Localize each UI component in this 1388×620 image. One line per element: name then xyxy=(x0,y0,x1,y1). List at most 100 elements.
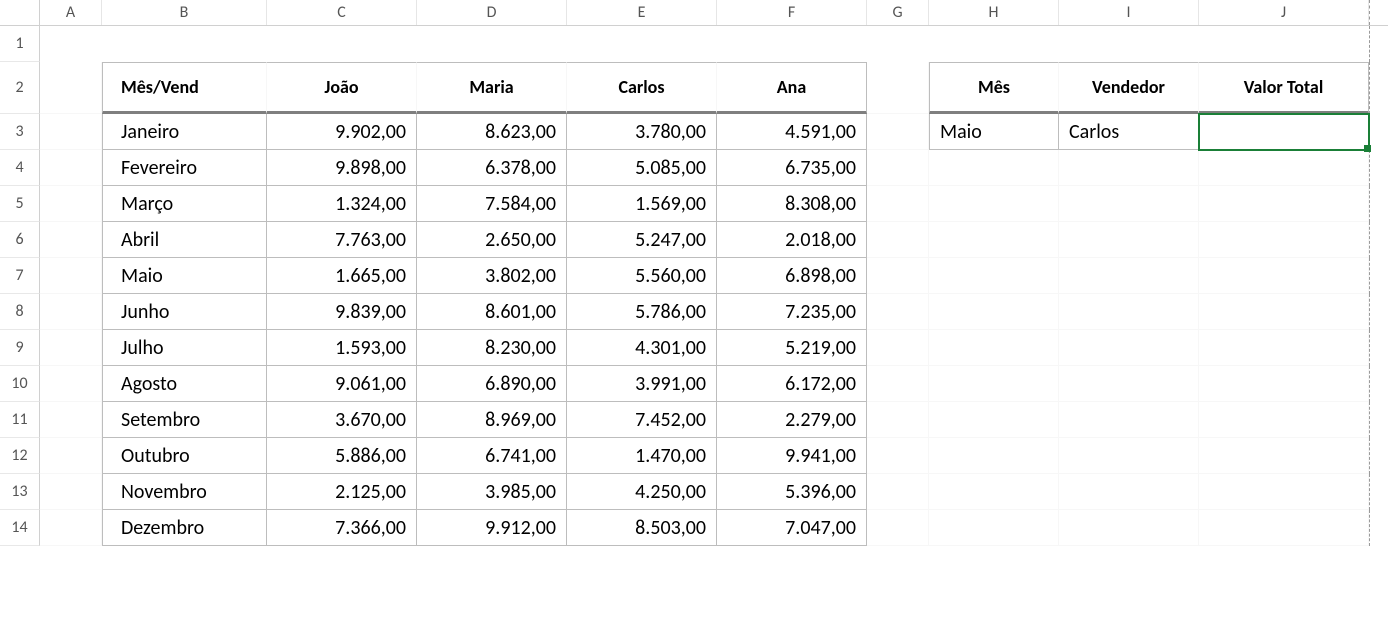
cell-H9[interactable] xyxy=(929,330,1059,366)
cell-A6[interactable] xyxy=(40,222,102,258)
table-row-month[interactable]: Julho xyxy=(102,330,267,366)
table-cell-value[interactable]: 3.802,00 xyxy=(417,258,567,294)
row-header-8[interactable]: 8 xyxy=(0,294,40,330)
table-cell-value[interactable]: 3.670,00 xyxy=(267,402,417,438)
table-cell-value[interactable]: 8.623,00 xyxy=(417,114,567,150)
cell-A13[interactable] xyxy=(40,474,102,510)
col-header-E[interactable]: E xyxy=(567,0,717,25)
table-row-month[interactable]: Abril xyxy=(102,222,267,258)
cell-H6[interactable] xyxy=(929,222,1059,258)
table-cell-value[interactable]: 5.396,00 xyxy=(717,474,867,510)
cell-J9[interactable] xyxy=(1199,330,1369,366)
col-header-H[interactable]: H xyxy=(929,0,1059,25)
cell-G1[interactable] xyxy=(867,26,929,62)
table-row-month[interactable]: Novembro xyxy=(102,474,267,510)
cell-G2[interactable] xyxy=(867,62,929,114)
table-cell-value[interactable]: 7.235,00 xyxy=(717,294,867,330)
cell-I1[interactable] xyxy=(1059,26,1199,62)
row-header-4[interactable]: 4 xyxy=(0,150,40,186)
cell-J4[interactable] xyxy=(1199,150,1369,186)
cell-G13[interactable] xyxy=(867,474,929,510)
table-row-month[interactable]: Setembro xyxy=(102,402,267,438)
cell-H11[interactable] xyxy=(929,402,1059,438)
row-header-7[interactable]: 7 xyxy=(0,258,40,294)
cell-C1[interactable] xyxy=(267,26,417,62)
table-row-month[interactable]: Março xyxy=(102,186,267,222)
cell-I13[interactable] xyxy=(1059,474,1199,510)
spreadsheet-grid[interactable]: A B C D E F G H I J 12Mês/VendJoãoMariaC… xyxy=(0,0,1388,546)
table-header-João[interactable]: João xyxy=(267,62,417,114)
cell-I11[interactable] xyxy=(1059,402,1199,438)
cell-I10[interactable] xyxy=(1059,366,1199,402)
table-header-Ana[interactable]: Ana xyxy=(717,62,867,114)
table-corner-label[interactable]: Mês/Vend xyxy=(102,62,267,114)
lookup-cell-mes[interactable]: Maio xyxy=(929,114,1059,150)
cell-J10[interactable] xyxy=(1199,366,1369,402)
cell-A3[interactable] xyxy=(40,114,102,150)
table-cell-value[interactable]: 7.366,00 xyxy=(267,510,417,546)
row-header-1[interactable]: 1 xyxy=(0,26,40,62)
cell-G14[interactable] xyxy=(867,510,929,546)
cell-A5[interactable] xyxy=(40,186,102,222)
lookup-header-vendedor[interactable]: Vendedor xyxy=(1059,62,1199,114)
cell-G12[interactable] xyxy=(867,438,929,474)
cell-H1[interactable] xyxy=(929,26,1059,62)
table-row-month[interactable]: Agosto xyxy=(102,366,267,402)
cell-A7[interactable] xyxy=(40,258,102,294)
cell-I12[interactable] xyxy=(1059,438,1199,474)
cell-A4[interactable] xyxy=(40,150,102,186)
col-header-F[interactable]: F xyxy=(717,0,867,25)
cell-H7[interactable] xyxy=(929,258,1059,294)
table-cell-value[interactable]: 9.902,00 xyxy=(267,114,417,150)
table-cell-value[interactable]: 7.452,00 xyxy=(567,402,717,438)
table-row-month[interactable]: Maio xyxy=(102,258,267,294)
cell-B1[interactable] xyxy=(102,26,267,62)
cell-A12[interactable] xyxy=(40,438,102,474)
cell-H14[interactable] xyxy=(929,510,1059,546)
cell-J14[interactable] xyxy=(1199,510,1369,546)
table-row-month[interactable]: Janeiro xyxy=(102,114,267,150)
cell-A1[interactable] xyxy=(40,26,102,62)
cell-I8[interactable] xyxy=(1059,294,1199,330)
cell-H12[interactable] xyxy=(929,438,1059,474)
col-header-A[interactable]: A xyxy=(40,0,102,25)
table-cell-value[interactable]: 6.890,00 xyxy=(417,366,567,402)
table-cell-value[interactable]: 2.125,00 xyxy=(267,474,417,510)
cell-H5[interactable] xyxy=(929,186,1059,222)
table-cell-value[interactable]: 2.650,00 xyxy=(417,222,567,258)
table-cell-value[interactable]: 5.247,00 xyxy=(567,222,717,258)
table-row-month[interactable]: Junho xyxy=(102,294,267,330)
col-header-D[interactable]: D xyxy=(417,0,567,25)
table-row-month[interactable]: Outubro xyxy=(102,438,267,474)
table-header-Maria[interactable]: Maria xyxy=(417,62,567,114)
cell-G4[interactable] xyxy=(867,150,929,186)
cell-J11[interactable] xyxy=(1199,402,1369,438)
table-cell-value[interactable]: 6.898,00 xyxy=(717,258,867,294)
cell-G9[interactable] xyxy=(867,330,929,366)
table-cell-value[interactable]: 1.593,00 xyxy=(267,330,417,366)
cell-G10[interactable] xyxy=(867,366,929,402)
cell-J1[interactable] xyxy=(1199,26,1369,62)
cell-A2[interactable] xyxy=(40,62,102,114)
table-cell-value[interactable]: 3.991,00 xyxy=(567,366,717,402)
cell-J12[interactable] xyxy=(1199,438,1369,474)
cell-I9[interactable] xyxy=(1059,330,1199,366)
cell-I5[interactable] xyxy=(1059,186,1199,222)
table-cell-value[interactable]: 1.470,00 xyxy=(567,438,717,474)
cell-F1[interactable] xyxy=(717,26,867,62)
table-cell-value[interactable]: 9.061,00 xyxy=(267,366,417,402)
cell-H10[interactable] xyxy=(929,366,1059,402)
cell-G11[interactable] xyxy=(867,402,929,438)
cell-H4[interactable] xyxy=(929,150,1059,186)
lookup-cell-valor-total[interactable] xyxy=(1199,114,1369,150)
cell-I4[interactable] xyxy=(1059,150,1199,186)
row-header-3[interactable]: 3 xyxy=(0,114,40,150)
table-row-month[interactable]: Fevereiro xyxy=(102,150,267,186)
cell-G7[interactable] xyxy=(867,258,929,294)
table-cell-value[interactable]: 2.018,00 xyxy=(717,222,867,258)
table-cell-value[interactable]: 3.985,00 xyxy=(417,474,567,510)
table-cell-value[interactable]: 8.601,00 xyxy=(417,294,567,330)
table-cell-value[interactable]: 3.780,00 xyxy=(567,114,717,150)
cell-A10[interactable] xyxy=(40,366,102,402)
lookup-header-mes[interactable]: Mês xyxy=(929,62,1059,114)
